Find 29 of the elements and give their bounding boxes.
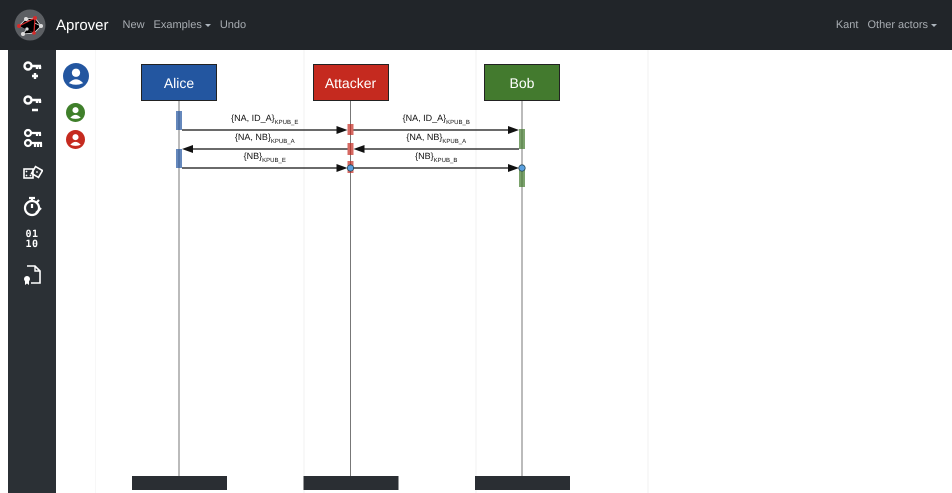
actor-box[interactable]: Bob	[484, 64, 560, 101]
activation-bar	[176, 149, 182, 168]
binary-button[interactable]: 01 10	[25, 228, 39, 252]
activation-bar	[519, 129, 525, 149]
activation-bar	[348, 124, 354, 135]
app-title[interactable]: Aprover	[56, 16, 109, 34]
message-label: {NA, NB}$_{KPUB_A}$	[405, 132, 468, 145]
logo-icon	[14, 9, 46, 41]
nav-link[interactable]: Other actors	[867, 19, 937, 31]
actor-box[interactable]: Attacker	[312, 64, 388, 101]
keys-icon[interactable]	[22, 128, 42, 148]
message-label: {NB}$_{KPUB_B}$	[414, 151, 458, 164]
nav-link[interactable]: Kant	[836, 19, 858, 31]
activation-bar	[348, 143, 354, 155]
user-avatar-icon[interactable]	[66, 103, 85, 122]
message-label: {NB}$_{KPUB_E}$	[242, 151, 287, 164]
message-label: {NA, ID_A}$_{KPUB_E}$	[230, 113, 300, 126]
key-plus-icon[interactable]	[22, 60, 42, 80]
message-label: {NA, NB}$_{KPUB_A}$	[234, 132, 296, 145]
nav-link[interactable]: Undo	[220, 19, 246, 31]
actor-box[interactable]: Alice	[141, 64, 217, 101]
nav-link[interactable]: Examples	[154, 19, 211, 31]
stopwatch-icon[interactable]	[22, 196, 42, 216]
user-avatar-icon[interactable]	[62, 63, 88, 89]
nav-link[interactable]: New	[122, 19, 145, 31]
user-avatar-icon[interactable]	[66, 130, 85, 149]
document-icon[interactable]	[22, 264, 42, 284]
activation-bar	[176, 111, 182, 130]
message-label: {NA, ID_A}$_{KPUB_B}$	[402, 113, 471, 126]
